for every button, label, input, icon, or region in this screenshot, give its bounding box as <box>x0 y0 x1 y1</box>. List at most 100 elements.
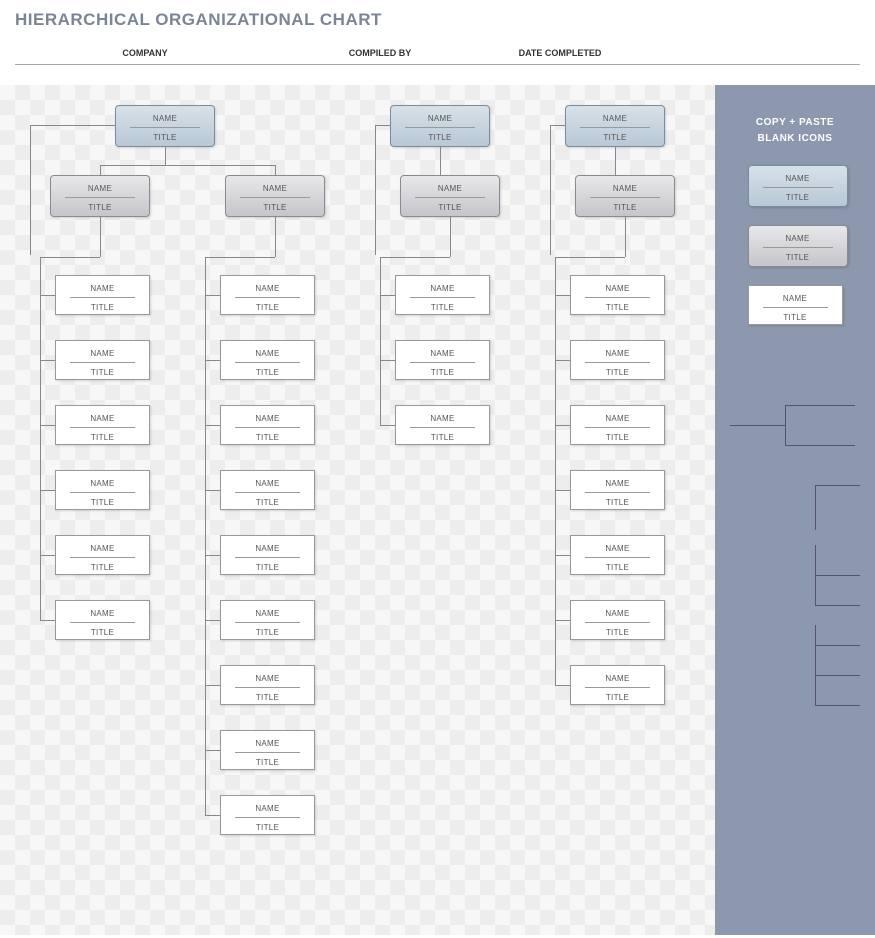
node-title: TITLE <box>66 366 139 377</box>
node-name: NAME <box>585 347 650 363</box>
org-node-l3-0-5[interactable]: NAMETITLE <box>55 600 150 640</box>
org-node-l3-3-0[interactable]: NAMETITLE <box>570 275 665 315</box>
connector-template[interactable] <box>785 405 855 406</box>
node-name: NAME <box>235 477 300 493</box>
node-name: NAME <box>235 672 300 688</box>
org-node-l3-0-0[interactable]: NAMETITLE <box>55 275 150 315</box>
connector <box>555 620 570 621</box>
connector <box>40 425 55 426</box>
connector <box>615 147 616 175</box>
org-node-l3-0-2[interactable]: NAMETITLE <box>55 405 150 445</box>
page-title: HIERARCHICAL ORGANIZATIONAL CHART <box>15 10 860 30</box>
org-node-l3-3-2[interactable]: NAMETITLE <box>570 405 665 445</box>
connector <box>275 217 276 257</box>
connector-template[interactable] <box>815 605 860 606</box>
template-node-l2[interactable]: NAME TITLE <box>748 225 848 267</box>
compiled-by-header: COMPILED BY <box>275 44 485 65</box>
node-name: NAME <box>405 112 475 128</box>
node-name: NAME <box>763 292 828 308</box>
connector <box>100 165 101 175</box>
org-node-l3-1-5[interactable]: NAMETITLE <box>220 600 315 640</box>
node-title: TITLE <box>66 626 139 637</box>
org-node-l3-0-1[interactable]: NAMETITLE <box>55 340 150 380</box>
org-node-l3-3-5[interactable]: NAMETITLE <box>570 600 665 640</box>
connector <box>555 257 625 258</box>
connector <box>30 125 31 255</box>
node-title: TITLE <box>406 366 479 377</box>
node-name: NAME <box>235 542 300 558</box>
node-name: NAME <box>235 802 300 818</box>
org-node-l1-0[interactable]: NAMETITLE <box>115 105 215 147</box>
org-node-l3-2-2[interactable]: NAMETITLE <box>395 405 490 445</box>
node-name: NAME <box>585 477 650 493</box>
connector <box>205 360 220 361</box>
connector <box>40 490 55 491</box>
org-node-l3-1-2[interactable]: NAMETITLE <box>220 405 315 445</box>
org-node-l3-0-4[interactable]: NAMETITLE <box>55 535 150 575</box>
node-title: TITLE <box>581 496 654 507</box>
connector <box>555 490 570 491</box>
org-node-l3-1-4[interactable]: NAMETITLE <box>220 535 315 575</box>
org-node-l3-1-8[interactable]: NAMETITLE <box>220 795 315 835</box>
connector <box>375 125 376 255</box>
node-title: TITLE <box>231 431 304 442</box>
connector-template[interactable] <box>815 485 816 530</box>
org-node-l1-1[interactable]: NAME TITLE <box>390 105 490 147</box>
org-node-l3-1-7[interactable]: NAMETITLE <box>220 730 315 770</box>
node-title: TITLE <box>401 131 479 142</box>
template-node-l3[interactable]: NAME TITLE <box>748 285 843 325</box>
template-node-l1[interactable]: NAME TITLE <box>748 165 848 207</box>
org-node-l3-2-1[interactable]: NAMETITLE <box>395 340 490 380</box>
connector-template[interactable] <box>815 485 860 486</box>
connector <box>555 685 570 686</box>
node-name: NAME <box>70 477 135 493</box>
org-node-l3-1-0[interactable]: NAMETITLE <box>220 275 315 315</box>
node-name: NAME <box>415 182 485 198</box>
node-name: NAME <box>70 542 135 558</box>
node-title: TITLE <box>231 301 304 312</box>
org-node-l2-2[interactable]: NAME TITLE <box>400 175 500 217</box>
org-node-l3-3-3[interactable]: NAME TITLE <box>570 470 665 510</box>
org-node-l2-3[interactable]: NAMETITLE <box>575 175 675 217</box>
org-node-l3-3-1[interactable]: NAMETITLE <box>570 340 665 380</box>
connector-template[interactable] <box>785 405 786 445</box>
connector-template[interactable] <box>815 625 816 705</box>
node-name: NAME <box>585 672 650 688</box>
connector <box>380 425 395 426</box>
node-title: TITLE <box>61 201 139 212</box>
org-node-l3-1-1[interactable]: NAMETITLE <box>220 340 315 380</box>
org-node-l1-2[interactable]: NAMETITLE <box>565 105 665 147</box>
node-title: TITLE <box>581 691 654 702</box>
connector <box>205 620 220 621</box>
connector <box>100 217 101 257</box>
org-node-l2-1[interactable]: NAMETITLE <box>225 175 325 217</box>
connector-template[interactable] <box>815 575 860 576</box>
connector-template[interactable] <box>815 645 860 646</box>
connector <box>555 360 570 361</box>
connector <box>205 257 275 258</box>
org-node-l3-3-4[interactable]: NAMETITLE <box>570 535 665 575</box>
chart-area[interactable]: NAME TITLE NAME TITLE NAME TITLE NAME TITLE NAME… <box>0 85 715 935</box>
org-node-l3-2-0[interactable]: NAMETITLE <box>395 275 490 315</box>
connector-template[interactable] <box>815 705 860 706</box>
connector <box>380 295 395 296</box>
connector <box>375 125 390 126</box>
org-node-l2-0[interactable]: NAME TITLE <box>50 175 150 217</box>
connector-template[interactable] <box>785 445 855 446</box>
connector <box>40 620 55 621</box>
node-name: NAME <box>585 542 650 558</box>
company-header: COMPANY <box>15 44 275 65</box>
node-name: NAME <box>65 182 135 198</box>
node-name: NAME <box>240 182 310 198</box>
connector-template[interactable] <box>815 675 860 676</box>
node-title: TITLE <box>66 496 139 507</box>
org-node-l3-3-6[interactable]: NAME TITLE <box>570 665 665 705</box>
org-node-l3-1-3[interactable]: NAMETITLE <box>220 470 315 510</box>
node-title: TITLE <box>411 201 489 212</box>
org-node-l3-1-6[interactable]: NAMETITLE <box>220 665 315 705</box>
sidebar-title: COPY + PASTE BLANK ICONS <box>730 115 860 147</box>
org-node-l3-0-3[interactable]: NAME TITLE <box>55 470 150 510</box>
node-title: TITLE <box>126 131 204 142</box>
connector <box>205 685 220 686</box>
connector-template[interactable] <box>730 425 785 426</box>
